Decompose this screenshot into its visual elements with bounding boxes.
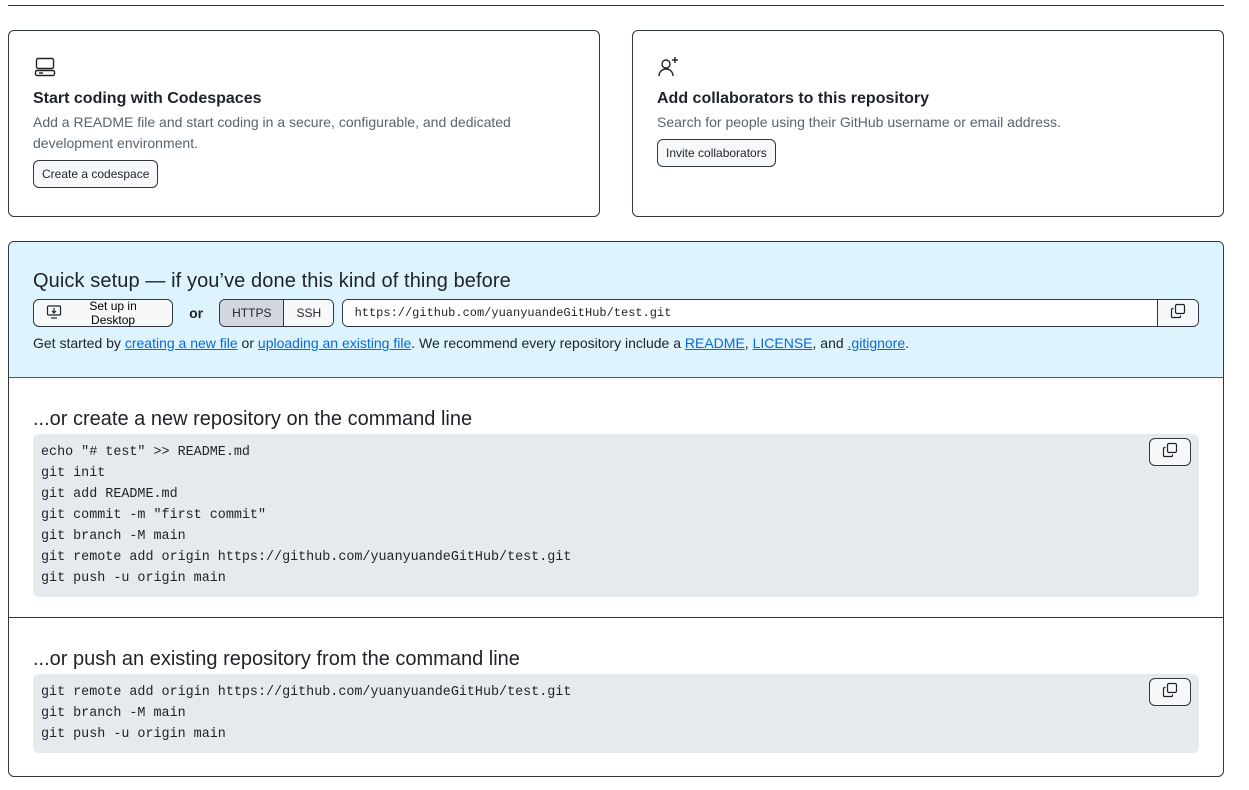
readme-link[interactable]: README [685, 335, 745, 351]
upload-file-link[interactable]: uploading an existing file [258, 335, 411, 351]
new-repo-title: ...or create a new repository on the com… [33, 408, 473, 430]
copy-icon [1162, 682, 1178, 703]
create-new-file-link[interactable]: creating a new file [125, 335, 238, 351]
hint-text: . We recommend every repository include … [411, 335, 685, 351]
copy-url-button[interactable] [1157, 300, 1198, 326]
setup-desktop-label: Set up in Desktop [89, 299, 137, 327]
or-label: or [189, 305, 204, 321]
setup-desktop-button[interactable]: Set up in Desktop [33, 299, 174, 327]
hint-text: . [905, 335, 910, 351]
https-tab[interactable]: HTTPS [220, 300, 285, 326]
license-link[interactable]: LICENSE [753, 335, 813, 351]
clone-url-input[interactable] [342, 300, 1157, 326]
clone-url-group [341, 299, 1199, 327]
quick-setup-hint: Get started by creating a new file or up… [33, 333, 1199, 353]
create-codespace-button[interactable]: Create a codespace [33, 160, 159, 188]
repo-setup-box: Quick setup — if you’ve done this kind o… [8, 241, 1224, 777]
desktop-download-icon [46, 304, 62, 323]
gitignore-link[interactable]: .gitignore [848, 335, 906, 351]
existing-repo-code[interactable]: git remote add origin https://github.com… [41, 682, 1191, 745]
copy-existing-repo-button[interactable] [1149, 678, 1191, 706]
quick-setup-title: Quick setup — if you’ve done this kind o… [33, 270, 511, 292]
clone-row: Set up in Desktop or HTTPS SSH [33, 299, 1199, 327]
collaborators-description: Search for people using their GitHub use… [657, 114, 1061, 130]
codespaces-description: Add a README file and start coding in a … [33, 114, 511, 151]
protocol-toggle: HTTPS SSH [219, 299, 334, 327]
new-repo-code[interactable]: echo "# test" >> README.md git init git … [41, 442, 1191, 589]
existing-repo-section: ...or push an existing repository from t… [9, 618, 1223, 776]
top-divider [8, 5, 1224, 6]
person-add-icon [657, 55, 681, 79]
existing-repo-title: ...or push an existing repository from t… [33, 648, 520, 670]
collaborators-title: Add collaborators to this repository [657, 90, 930, 107]
invite-collaborators-button[interactable]: Invite collaborators [657, 139, 776, 167]
codespaces-title: Start coding with Codespaces [33, 90, 262, 107]
ssh-tab[interactable]: SSH [284, 300, 333, 326]
codespaces-card: Start coding with Codespaces Add a READM… [8, 30, 600, 217]
codespaces-icon [33, 55, 57, 79]
copy-icon [1162, 442, 1178, 463]
quick-setup-panel: Quick setup — if you’ve done this kind o… [9, 242, 1223, 378]
copy-icon [1170, 303, 1186, 324]
hint-text: , and [812, 335, 848, 351]
new-repo-code-block: echo "# test" >> README.md git init git … [33, 434, 1199, 597]
hint-text: Get started by [33, 335, 125, 351]
hint-text: or [237, 335, 258, 351]
hint-text: , [744, 335, 753, 351]
existing-repo-code-block: git remote add origin https://github.com… [33, 674, 1199, 753]
collaborators-card: Add collaborators to this repository Sea… [632, 30, 1224, 217]
new-repo-section: ...or create a new repository on the com… [9, 378, 1223, 618]
copy-new-repo-button[interactable] [1149, 438, 1191, 466]
